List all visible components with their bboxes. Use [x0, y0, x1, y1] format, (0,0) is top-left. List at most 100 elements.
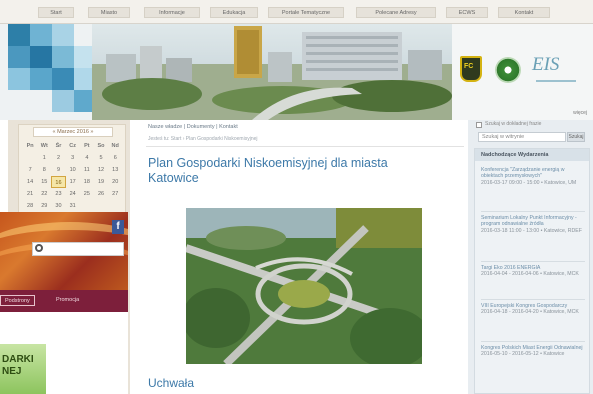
calendar-day[interactable]: 14: [23, 176, 37, 188]
calendar-day[interactable]: 10: [66, 164, 80, 176]
calendar-day[interactable]: 20: [108, 176, 122, 188]
tab-podstrony[interactable]: Podstrony: [0, 295, 35, 306]
coat-of-arms-icon[interactable]: FC: [460, 56, 482, 82]
page-title: Plan Gospodarki Niskoemisyjnej dla miast…: [148, 156, 388, 185]
event-calendar: « Marzec 2016 » Pn Wt Śr Cz Pt So Nd 1 2 3 4 5 6 7 8 9 1…: [18, 124, 126, 216]
calendar-weekday: Cz: [69, 143, 77, 149]
secondary-nav-item[interactable]: Kontakt: [219, 124, 238, 130]
banner-mosaic-tile: [30, 68, 52, 90]
calendar-week-row: 123456: [23, 152, 123, 164]
calendar-day[interactable]: 31: [66, 200, 80, 212]
calendar-day[interactable]: 27: [108, 188, 122, 200]
event-divider: [481, 299, 585, 300]
city-skyline-illustration: [92, 26, 452, 120]
tab-promocja[interactable]: Promocja: [52, 295, 83, 306]
nav-item-portale[interactable]: Portale Tematyczne: [268, 7, 344, 18]
calendar-day[interactable]: 15: [37, 176, 51, 188]
calendar-day[interactable]: 23: [51, 188, 65, 200]
banner-mosaic-tile: [8, 68, 30, 90]
event-item[interactable]: VIII Europejski Kongres Gospodarczy 2016…: [481, 303, 585, 316]
event-title[interactable]: Seminarium Lokalny Punkt Informacyjny - …: [481, 215, 585, 228]
eis-logo[interactable]: EIS: [532, 54, 559, 76]
green-emblem-icon[interactable]: [495, 57, 521, 83]
main-content: Nasze władze | Dokumenty | Kontakt Jeste…: [138, 120, 468, 394]
calendar-empty-cell: [23, 152, 37, 164]
calendar-day[interactable]: 3: [66, 152, 80, 164]
calendar-day[interactable]: 16: [51, 176, 66, 188]
calendar-day[interactable]: 24: [66, 188, 80, 200]
nav-item-polecane[interactable]: Polecane Adresy: [356, 7, 436, 18]
calendar-day[interactable]: 5: [94, 152, 108, 164]
calendar-day[interactable]: 22: [37, 188, 51, 200]
top-navigation: Start Miasto Informacje Edukacja Portale…: [0, 0, 593, 24]
event-item[interactable]: Targi Eko 2016 ENERGIA 2016-04-04 - 2016…: [481, 265, 585, 278]
calendar-grid: Pn Wt Śr Cz Pt So Nd 1 2 3 4 5 6 7 8 9 10 11 12 13 14 15 16 17 1…: [23, 140, 123, 212]
secondary-nav: Nasze władze | Dokumenty | Kontakt: [148, 124, 238, 130]
overlay-search-input[interactable]: [32, 242, 124, 256]
calendar-weekday: So: [97, 143, 105, 149]
nav-item-miasto[interactable]: Miasto: [88, 7, 130, 18]
event-meta: 2016-04-18 - 2016-04-20 • Katowice, MCK: [481, 309, 579, 316]
banner-mosaic-tile: [30, 24, 52, 46]
calendar-day[interactable]: 13: [108, 164, 122, 176]
city-panorama-image: [92, 24, 452, 120]
calendar-month-selector[interactable]: « Marzec 2016 »: [33, 127, 113, 137]
breadcrumb[interactable]: Jesteś tu: Start › Plan Gospodarki Nisko…: [148, 136, 258, 142]
calendar-day[interactable]: 12: [94, 164, 108, 176]
event-item[interactable]: Konferencja "Zarządzanie energią w obiek…: [481, 167, 585, 186]
site-search-input[interactable]: Szukaj w witrynie: [478, 132, 566, 142]
banner-mosaic-tile: [8, 24, 30, 46]
header-banner: FC EIS więcej: [0, 24, 593, 120]
eis-logo-underline: [536, 80, 576, 82]
nav-item-start[interactable]: Start: [38, 7, 74, 18]
calendar-week-row: 14 15 16 17 18 19 20: [23, 176, 123, 188]
upcoming-events-panel: Nadchodzące Wydarzenia Konferencja "Zarz…: [474, 148, 590, 394]
calendar-weekday-row: Pn Wt Śr Cz Pt So Nd: [23, 140, 123, 152]
calendar-day[interactable]: 25: [80, 188, 94, 200]
nav-item-ecws[interactable]: ECWS: [446, 7, 488, 18]
calendar-day[interactable]: 21: [23, 188, 37, 200]
calendar-day[interactable]: 17: [66, 176, 80, 188]
calendar-empty-cell: [94, 200, 108, 212]
exact-phrase-checkbox[interactable]: [476, 122, 482, 128]
exact-phrase-label: Szukaj w dokładnej frazie: [485, 121, 542, 127]
event-item[interactable]: Seminarium Lokalny Punkt Informacyjny - …: [481, 215, 585, 234]
secondary-nav-item[interactable]: Nasze władze: [148, 124, 182, 130]
calendar-day[interactable]: 28: [23, 200, 37, 212]
calendar-day[interactable]: 1: [37, 152, 51, 164]
calendar-weekday: Wt: [40, 143, 48, 149]
calendar-weekday: Śr: [55, 143, 62, 149]
event-title[interactable]: Konferencja "Zarządzanie energią w obiek…: [481, 167, 585, 180]
calendar-day[interactable]: 19: [94, 176, 108, 188]
calendar-day[interactable]: 9: [51, 164, 65, 176]
calendar-day[interactable]: 18: [80, 176, 94, 188]
nav-item-kontakt[interactable]: Kontakt: [498, 7, 550, 18]
calendar-day[interactable]: 8: [37, 164, 51, 176]
calendar-empty-cell: [80, 200, 94, 212]
calendar-day[interactable]: 30: [51, 200, 65, 212]
banner-more-link[interactable]: więcej: [573, 110, 587, 116]
event-item[interactable]: Kongres Polskich Miast Energii Odnawialn…: [481, 345, 585, 358]
calendar-day[interactable]: 2: [51, 152, 65, 164]
eco-logo-line: NEJ: [2, 366, 22, 377]
calendar-day[interactable]: 6: [108, 152, 122, 164]
calendar-empty-cell: [108, 200, 122, 212]
highway-interchange-photo: [186, 208, 422, 364]
calendar-day[interactable]: 7: [23, 164, 37, 176]
banner-mosaic-tile: [8, 46, 30, 68]
calendar-week-row: 7 8 9 10 11 12 13: [23, 164, 123, 176]
overlay-tab-bar: Podstrony Promocja: [0, 290, 128, 312]
facebook-icon[interactable]: f: [112, 220, 124, 234]
calendar-day[interactable]: 26: [94, 188, 108, 200]
secondary-nav-item[interactable]: Dokumenty: [187, 124, 215, 130]
search-button[interactable]: Szukaj: [567, 132, 585, 142]
calendar-day[interactable]: 11: [80, 164, 94, 176]
eco-campaign-logo[interactable]: DARKI NEJ: [0, 344, 46, 394]
nav-item-edukacja[interactable]: Edukacja: [210, 7, 258, 18]
calendar-week-row: 21 22 23 24 25 26 27: [23, 188, 123, 200]
nav-item-informacje[interactable]: Informacje: [144, 7, 200, 18]
calendar-week-row: 28 29 30 31: [23, 200, 123, 212]
calendar-day[interactable]: 4: [80, 152, 94, 164]
event-meta: 2016-05-10 - 2016-05-12 • Katowice: [481, 351, 565, 358]
calendar-day[interactable]: 29: [37, 200, 51, 212]
